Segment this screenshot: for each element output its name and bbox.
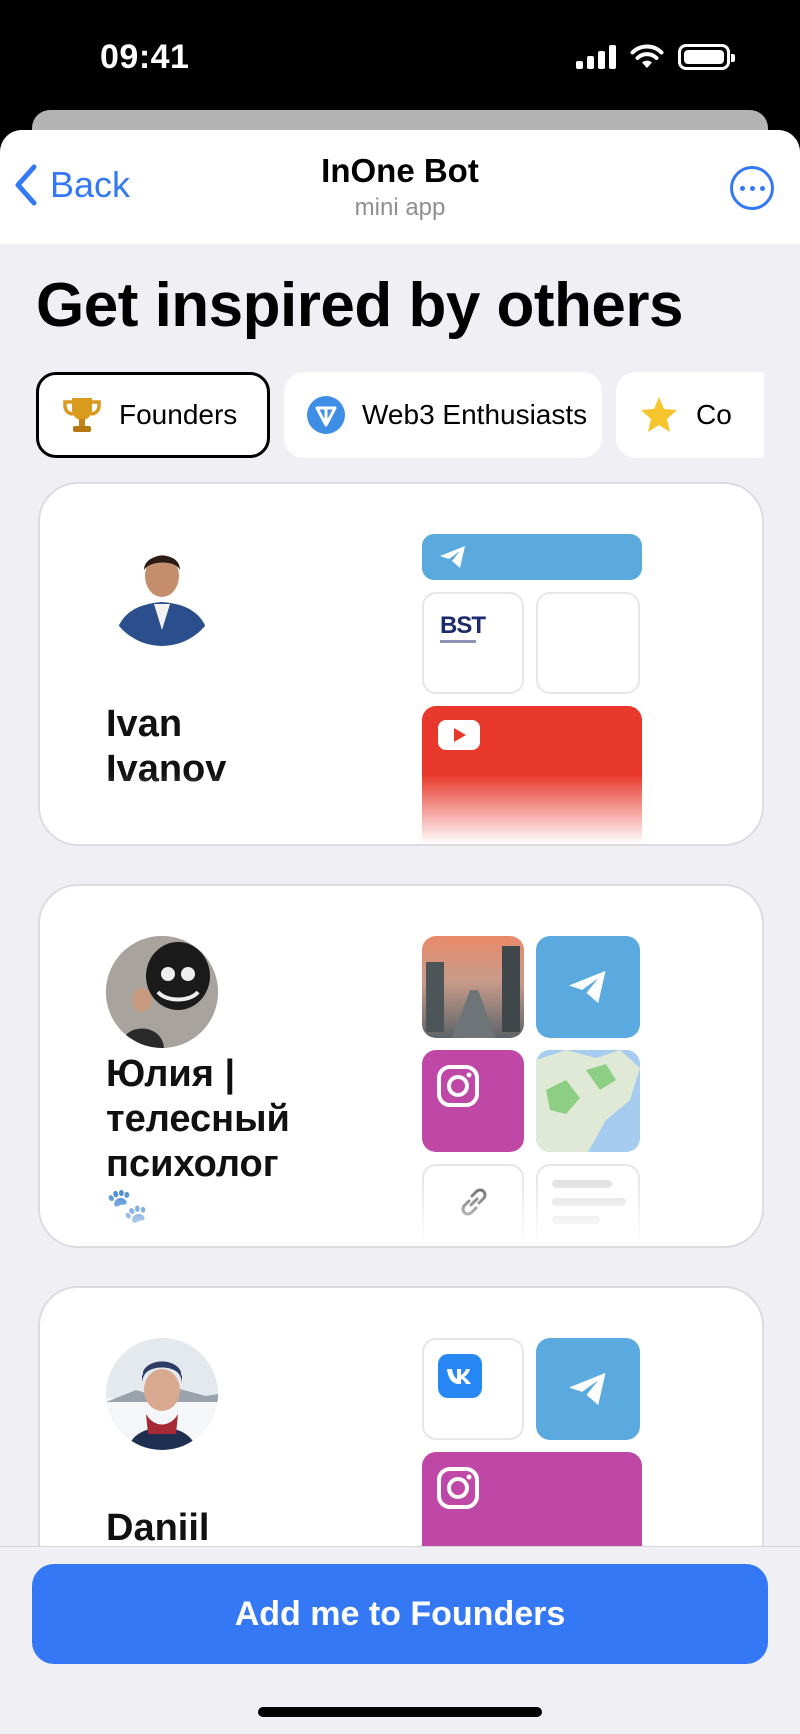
trophy-icon	[61, 394, 103, 436]
profile-card-yulia[interactable]: Юлия | телесный психолог 🐾	[38, 884, 764, 1248]
chip-label: Founders	[119, 399, 238, 430]
status-time: 09:41	[100, 38, 190, 76]
wifi-icon	[630, 44, 664, 68]
app-title: InOne Bot	[321, 152, 479, 189]
youtube-icon	[438, 720, 480, 750]
map-image	[536, 1050, 640, 1152]
bst-digital-tile: BST	[422, 592, 524, 694]
card-fade	[40, 774, 762, 844]
profile-name-line: Ivan	[106, 703, 183, 745]
chip-founders[interactable]: Founders	[36, 372, 270, 458]
profile-name-line: телесный	[106, 1097, 290, 1140]
telegram-icon	[569, 1372, 606, 1406]
telegram-tile	[536, 1338, 640, 1440]
status-bar: 09:41	[0, 0, 800, 120]
instagram-tile	[422, 1050, 524, 1152]
telegram-tile	[422, 534, 642, 580]
ton-diamond-icon	[306, 394, 346, 436]
chip-co[interactable]: Co	[616, 372, 764, 458]
profile-name-line: Юлия |	[106, 1053, 236, 1095]
status-icons	[576, 44, 735, 70]
mini-app: Back InOne Bot mini app Get inspired by …	[0, 130, 800, 1734]
vk-tile	[422, 1338, 524, 1440]
photo-tile	[422, 936, 524, 1038]
page-heading: Get inspired by others	[36, 271, 684, 340]
more-options-button[interactable]	[730, 166, 774, 210]
instagram-icon	[437, 1467, 479, 1509]
add-me-to-founders-button[interactable]: Add me to Founders	[32, 1564, 768, 1664]
blank-tile	[536, 592, 640, 694]
dot	[759, 185, 765, 191]
battery-icon	[678, 44, 735, 70]
app-subtitle: mini app	[354, 194, 446, 221]
avatar	[106, 1338, 218, 1450]
cellular-signal-icon	[576, 45, 616, 69]
instagram-icon	[437, 1065, 479, 1107]
chip-label: Co	[696, 399, 732, 430]
telegram-icon	[569, 970, 606, 1004]
card-fade	[40, 1176, 762, 1246]
profile-card-ivan[interactable]: Ivan Ivanov BST	[38, 482, 764, 846]
telegram-icon	[440, 546, 465, 568]
telegram-tile	[536, 936, 640, 1038]
category-chips: Founders Web3 Enthusiasts Co	[36, 372, 764, 462]
avatar	[106, 534, 218, 646]
street-photo	[426, 946, 520, 1038]
bst-logo-underline	[440, 640, 476, 643]
home-indicator	[258, 1707, 542, 1717]
dot	[749, 185, 755, 191]
profile-name: Daniil	[106, 1506, 209, 1551]
avatar	[106, 936, 218, 1048]
star-icon	[638, 394, 680, 436]
profile-name-line: Daniil	[106, 1507, 210, 1549]
map-tile	[536, 1050, 640, 1152]
navigation-bar: Back InOne Bot mini app	[0, 130, 800, 244]
dot	[739, 185, 745, 191]
chip-web3-enthusiasts[interactable]: Web3 Enthusiasts	[284, 372, 602, 458]
vk-icon	[438, 1354, 482, 1398]
bst-logo: BST	[440, 612, 486, 639]
chip-label: Web3 Enthusiasts	[362, 399, 588, 430]
